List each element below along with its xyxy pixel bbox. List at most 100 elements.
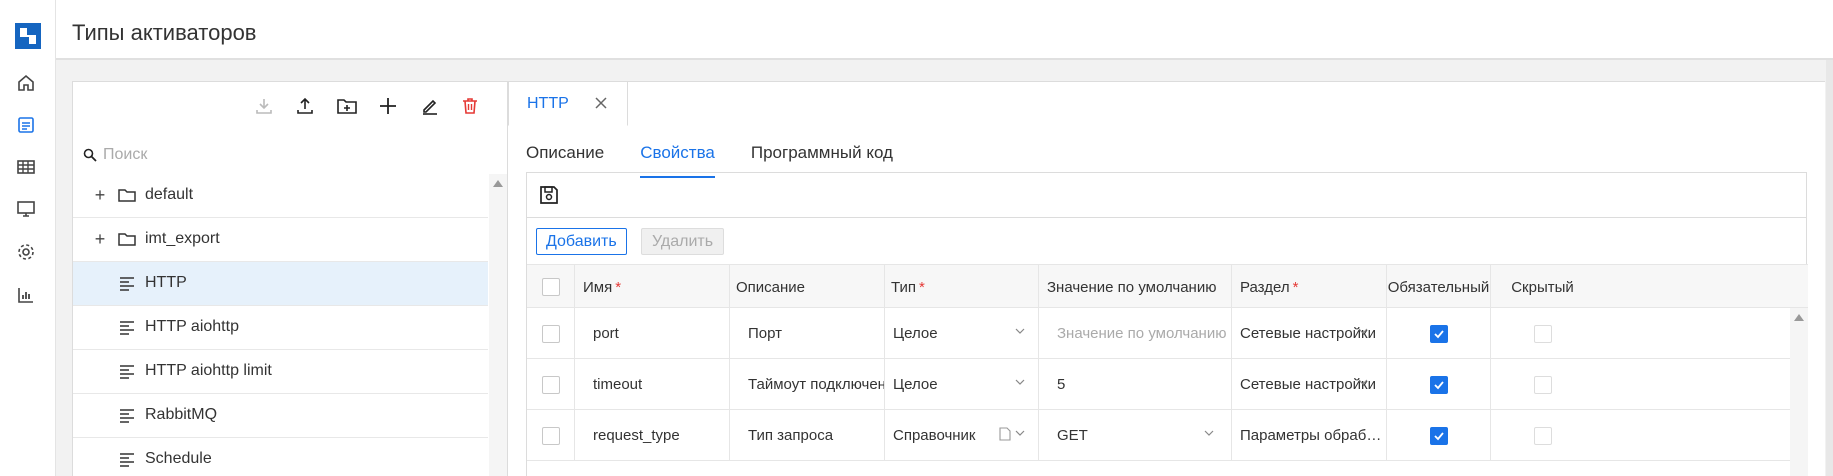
expand-icon[interactable]: + xyxy=(91,186,109,204)
chevron-down-icon xyxy=(1015,430,1025,436)
table-scrollbar[interactable] xyxy=(1790,308,1808,476)
editor-panel: HTTP Описание Свойства Программный код Д… xyxy=(508,81,1825,476)
hidden-checkbox[interactable] xyxy=(1490,410,1594,461)
search-icon xyxy=(83,148,97,162)
chevron-down-icon xyxy=(1204,430,1214,436)
tree-item-http[interactable]: HTTP xyxy=(73,262,488,306)
search-placeholder: Поиск xyxy=(103,146,148,163)
column-header-description[interactable]: Описание xyxy=(729,265,884,309)
left-rail xyxy=(0,0,56,476)
expand-icon[interactable]: + xyxy=(91,230,109,248)
row-checkbox[interactable] xyxy=(527,359,574,410)
cell-name[interactable]: port xyxy=(574,308,729,359)
column-header-required[interactable]: Обязательный xyxy=(1386,265,1490,309)
table-icon[interactable] xyxy=(14,155,38,179)
cell-section-value: Параметры обраб… xyxy=(1240,427,1382,444)
tree-folder-imt-export[interactable]: + imt_export xyxy=(73,218,488,262)
required-checkbox[interactable] xyxy=(1386,308,1490,359)
tree-panel: Поиск + default + imt_export HTTP HTTP a… xyxy=(72,81,508,476)
logo-icon[interactable] xyxy=(15,23,41,49)
page-title: Типы активаторов xyxy=(72,20,257,45)
activator-types-icon[interactable] xyxy=(14,113,38,137)
cell-type-select[interactable]: Целое xyxy=(884,359,1038,410)
cell-description[interactable]: Таймоут подключен xyxy=(729,359,884,410)
column-header-name[interactable]: Имя * xyxy=(574,265,729,309)
row-checkbox[interactable] xyxy=(527,410,574,461)
default-placeholder: Значение по умолчанию xyxy=(1057,325,1227,342)
tab-label: HTTP xyxy=(527,94,569,112)
cell-type-select[interactable]: Справочник xyxy=(884,410,1038,461)
page-scrollbar[interactable] xyxy=(1826,60,1833,476)
settings-icon[interactable] xyxy=(14,240,38,264)
upload-icon[interactable] xyxy=(292,93,318,119)
home-icon[interactable] xyxy=(14,71,38,95)
close-icon[interactable] xyxy=(593,95,609,111)
header: Типы активаторов xyxy=(56,0,1833,60)
cell-name[interactable]: timeout xyxy=(574,359,729,410)
text-lines-icon xyxy=(120,409,134,423)
folder-icon xyxy=(118,233,136,246)
tree-item-http-aiohttp-limit[interactable]: HTTP aiohttp limit xyxy=(73,350,488,394)
save-icon[interactable] xyxy=(537,183,561,207)
cell-section-select[interactable]: Сетевые настройки xyxy=(1231,359,1386,410)
tree-folder-default[interactable]: + default xyxy=(73,174,488,218)
chevron-down-icon xyxy=(1015,328,1025,334)
cell-default-value: GET xyxy=(1057,427,1088,444)
cell-type-value: Целое xyxy=(893,325,938,342)
cell-type-select[interactable]: Целое xyxy=(884,308,1038,359)
reference-doc-icon[interactable] xyxy=(999,427,1011,441)
delete-button[interactable]: Удалить xyxy=(641,228,725,255)
cell-description[interactable]: Тип запроса xyxy=(729,410,884,461)
monitor-icon[interactable] xyxy=(14,197,38,221)
required-checkbox[interactable] xyxy=(1386,359,1490,410)
tab-http[interactable]: HTTP xyxy=(508,81,628,126)
cell-default-select[interactable]: GET xyxy=(1038,410,1231,461)
table-row: port Порт Целое Значение по умолчанию Се… xyxy=(527,308,1790,359)
cell-name[interactable]: request_type xyxy=(574,410,729,461)
search-input[interactable]: Поиск xyxy=(83,140,493,170)
hidden-checkbox[interactable] xyxy=(1490,308,1594,359)
cell-section-select[interactable]: Сетевые настройки xyxy=(1231,308,1386,359)
tree-item-schedule[interactable]: Schedule xyxy=(73,438,488,476)
tree-item-label: HTTP aiohttp xyxy=(145,318,239,335)
new-folder-icon[interactable] xyxy=(334,93,360,119)
cell-type-value: Целое xyxy=(893,376,938,393)
tree-item-label: imt_export xyxy=(145,230,220,247)
delete-icon[interactable] xyxy=(457,93,483,119)
cell-section-select[interactable]: Параметры обраб… xyxy=(1231,410,1386,461)
add-button[interactable]: Добавить xyxy=(536,228,627,255)
column-header-type[interactable]: Тип * xyxy=(884,265,1038,309)
edit-icon[interactable] xyxy=(417,93,443,119)
tree-item-label: HTTP xyxy=(145,274,187,291)
text-lines-icon xyxy=(120,453,134,467)
properties-grid: Добавить Удалить Имя * Описание Тип * Знач… xyxy=(526,172,1808,476)
scroll-up-icon[interactable] xyxy=(493,180,503,187)
table-row: request_type Тип запроса Справочник GET … xyxy=(527,410,1790,461)
download-icon[interactable] xyxy=(251,93,277,119)
tree-item-label: RabbitMQ xyxy=(145,406,218,423)
cell-default-input[interactable]: Значение по умолчанию xyxy=(1038,308,1231,359)
cell-description[interactable]: Порт xyxy=(729,308,884,359)
cell-default-input[interactable]: 5 xyxy=(1038,359,1231,410)
scroll-up-icon[interactable] xyxy=(1794,314,1804,321)
table-header: Имя * Описание Тип * Значение по умолчанию… xyxy=(527,264,1808,309)
add-icon[interactable] xyxy=(375,93,401,119)
column-header-section[interactable]: Раздел * xyxy=(1231,265,1386,309)
cell-section-value: Сетевые настройки xyxy=(1240,376,1376,393)
chevron-down-icon xyxy=(1358,379,1368,385)
tree-item-rabbitmq[interactable]: RabbitMQ xyxy=(73,394,488,438)
tree-item-http-aiohttp[interactable]: HTTP aiohttp xyxy=(73,306,488,350)
tree-item-label: HTTP aiohttp limit xyxy=(145,362,272,379)
text-lines-icon xyxy=(120,365,134,379)
row-checkbox[interactable] xyxy=(527,308,574,359)
tree-scrollbar[interactable] xyxy=(489,174,507,476)
bar-chart-icon[interactable] xyxy=(14,283,38,307)
folder-icon xyxy=(118,189,136,202)
required-checkbox[interactable] xyxy=(1386,410,1490,461)
chevron-down-icon xyxy=(1358,328,1368,334)
select-all-checkbox[interactable] xyxy=(527,265,574,309)
column-header-hidden[interactable]: Скрытый xyxy=(1490,265,1594,309)
text-lines-icon xyxy=(120,277,134,291)
column-header-default[interactable]: Значение по умолчанию xyxy=(1038,265,1231,309)
hidden-checkbox[interactable] xyxy=(1490,359,1594,410)
